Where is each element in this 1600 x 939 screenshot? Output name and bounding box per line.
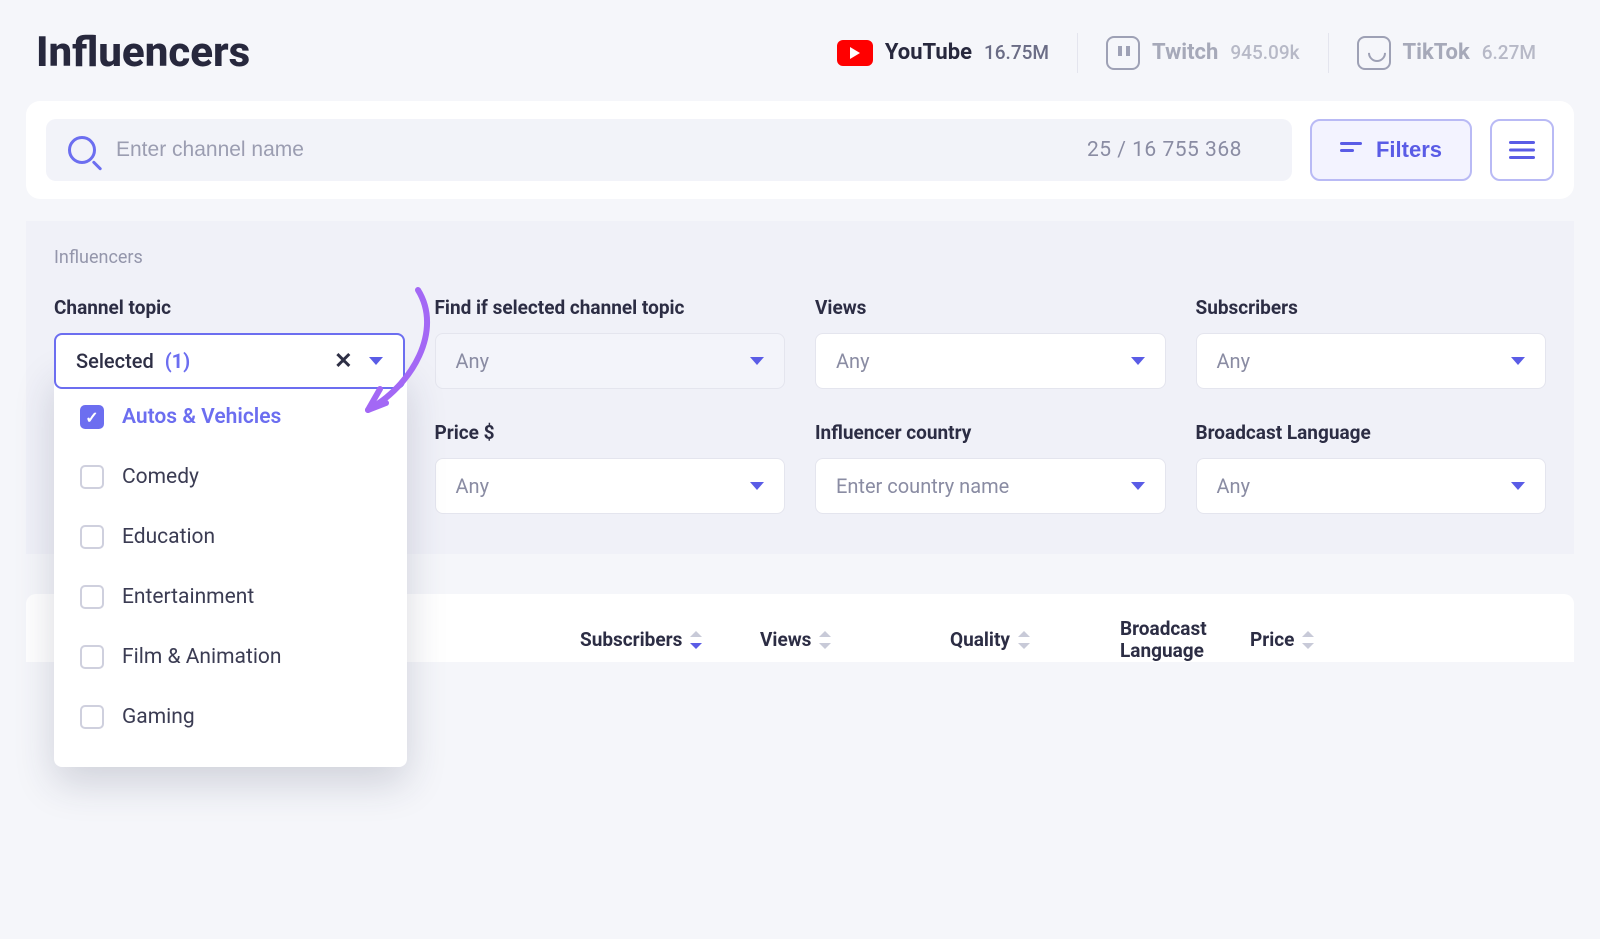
topic-option-label: Gaming (122, 705, 195, 729)
filter-lines-icon (1340, 142, 1362, 158)
topic-option[interactable]: Comedy (54, 447, 407, 507)
chevron-down-icon (1131, 482, 1145, 490)
chevron-down-icon (369, 357, 383, 365)
chevron-down-icon (1131, 357, 1145, 365)
sliders-icon (1509, 139, 1535, 161)
column-header-subscribers[interactable]: Subscribers (580, 628, 760, 651)
filters-button-label: Filters (1376, 137, 1442, 163)
select-value: Selected (76, 349, 154, 373)
sort-icon (1302, 631, 1314, 649)
price-select[interactable]: Any (435, 458, 786, 514)
checkbox-icon (80, 705, 104, 729)
chevron-down-icon (750, 482, 764, 490)
select-value: Any (1217, 349, 1251, 373)
platform-tabs: YouTube 16.75M Twitch 945.09k TikTok 6.2… (809, 33, 1564, 73)
platform-name: YouTube (885, 40, 972, 65)
select-placeholder: Enter country name (836, 474, 1009, 498)
platform-tab-tiktok[interactable]: TikTok 6.27M (1329, 36, 1564, 70)
filter-label: Find if selected channel topic (435, 296, 786, 319)
topic-option-label: Film & Animation (122, 645, 282, 669)
search-card: 25 / 16 755 368 Filters (26, 101, 1574, 199)
filter-label: Channel topic (54, 296, 405, 319)
filter-label: Broadcast Language (1196, 421, 1547, 444)
find-if-select[interactable]: Any (435, 333, 786, 389)
filter-settings-button[interactable] (1490, 119, 1554, 181)
filter-label: Influencer country (815, 421, 1166, 444)
checkbox-icon: ✓ (80, 405, 104, 429)
filters-button[interactable]: Filters (1310, 119, 1472, 181)
sort-icon (1018, 631, 1030, 649)
topic-option[interactable]: Gaming (54, 687, 407, 747)
country-select[interactable]: Enter country name (815, 458, 1166, 514)
topic-option[interactable]: Film & Animation (54, 627, 407, 687)
filter-label: Subscribers (1196, 296, 1547, 319)
sort-icon (690, 631, 702, 649)
topic-option-label: Education (122, 525, 215, 549)
chevron-down-icon (1511, 357, 1525, 365)
topic-option[interactable]: ✓ Autos & Vehicles (54, 387, 407, 447)
topic-option[interactable]: Education (54, 507, 407, 567)
subscribers-select[interactable]: Any (1196, 333, 1547, 389)
platform-name: Twitch (1152, 40, 1218, 65)
platform-count: 945.09k (1230, 41, 1299, 64)
filter-country: Influencer country Enter country name (815, 421, 1166, 514)
filter-price: Price $ Any (435, 421, 786, 514)
language-select[interactable]: Any (1196, 458, 1547, 514)
column-label: Broadcast Language (1120, 618, 1250, 662)
channel-topic-dropdown: ✓ Autos & Vehicles Comedy Education Ente… (54, 367, 407, 767)
chevron-down-icon (750, 357, 764, 365)
column-label: Price (1250, 628, 1294, 651)
sort-icon (819, 631, 831, 649)
platform-count: 6.27M (1482, 41, 1536, 64)
search-bar: 25 / 16 755 368 (46, 119, 1292, 181)
column-header-views[interactable]: Views (760, 628, 950, 651)
search-result-count: 25 / 16 755 368 (1059, 138, 1270, 162)
filter-subscribers: Subscribers Any (1196, 296, 1547, 389)
select-value: Any (456, 474, 490, 498)
column-label: Quality (950, 628, 1010, 651)
filter-language: Broadcast Language Any (1196, 421, 1547, 514)
topic-option-label: Entertainment (122, 585, 254, 609)
twitch-icon (1106, 36, 1140, 70)
platform-name: TikTok (1403, 40, 1470, 65)
search-icon (68, 136, 96, 164)
filter-views: Views Any (815, 296, 1166, 389)
filters-panel: Influencers Channel topic Selected (1) ✕… (26, 221, 1574, 554)
select-value: Any (456, 349, 490, 373)
checkbox-icon (80, 645, 104, 669)
select-count-badge: (1) (165, 349, 191, 373)
checkbox-icon (80, 525, 104, 549)
platform-tab-twitch[interactable]: Twitch 945.09k (1078, 36, 1328, 70)
youtube-icon (837, 40, 873, 66)
column-label: Views (760, 628, 811, 651)
topic-option-label: Comedy (122, 465, 199, 489)
views-select[interactable]: Any (815, 333, 1166, 389)
filter-channel-topic: Channel topic Selected (1) ✕ (54, 296, 405, 389)
platform-count: 16.75M (984, 41, 1049, 64)
column-header-quality[interactable]: Quality (950, 628, 1120, 651)
clear-selection-icon[interactable]: ✕ (334, 349, 352, 374)
filter-find-if: Find if selected channel topic Any (435, 296, 786, 389)
topic-option[interactable]: Entertainment (54, 567, 407, 627)
filter-label: Price $ (435, 421, 786, 444)
search-input[interactable] (116, 138, 1039, 162)
tiktok-icon (1357, 36, 1391, 70)
select-value: Any (1217, 474, 1251, 498)
select-value: Any (836, 349, 870, 373)
channel-topic-select[interactable]: Selected (1) ✕ (54, 333, 405, 389)
filter-label: Views (815, 296, 1166, 319)
column-label: Subscribers (580, 628, 682, 651)
chevron-down-icon (1511, 482, 1525, 490)
topic-option-label: Autos & Vehicles (122, 405, 281, 429)
breadcrumb: Influencers (54, 247, 1546, 268)
column-header-broadcast-language[interactable]: Broadcast Language (1120, 618, 1250, 662)
column-header-price[interactable]: Price (1250, 628, 1370, 651)
page-title: Influencers (36, 28, 250, 77)
checkbox-icon (80, 465, 104, 489)
checkbox-icon (80, 585, 104, 609)
platform-tab-youtube[interactable]: YouTube 16.75M (809, 40, 1077, 66)
